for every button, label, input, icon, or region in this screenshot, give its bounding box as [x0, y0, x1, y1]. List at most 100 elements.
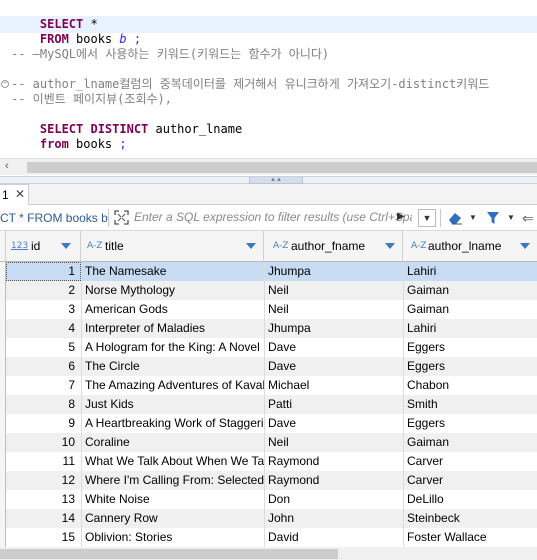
cell-id[interactable]: 15 [6, 528, 81, 547]
column-name: author_lname [428, 239, 502, 253]
cell-title[interactable]: The Circle [81, 357, 264, 376]
cell-author-fname[interactable]: Dave [264, 357, 403, 376]
column-header-author-lname[interactable]: A-Z author_lname [403, 231, 537, 262]
apply-filter-icon[interactable]: ▶ [397, 211, 405, 222]
result-tab[interactable]: 1 ✕ [0, 184, 29, 205]
cell-author-lname[interactable]: DeLillo [403, 490, 537, 509]
eraser-icon[interactable] [447, 211, 463, 225]
cell-title[interactable]: Oblivion: Stories [81, 528, 264, 547]
cell-title[interactable]: Cannery Row [81, 509, 264, 528]
chevron-down-icon[interactable]: ▼ [469, 213, 477, 222]
cell-title[interactable]: What We Talk About When We Talk About Lo… [81, 452, 264, 471]
cell-title[interactable]: White Noise [81, 490, 264, 509]
cell-author-lname[interactable]: Gaiman [403, 433, 537, 452]
cell-author-lname[interactable]: Lahiri [403, 262, 537, 281]
cell-id[interactable]: 3 [6, 300, 81, 319]
result-tab-bar: 1 ✕ [0, 184, 537, 205]
scrollbar-thumb[interactable] [27, 162, 537, 173]
sort-icon[interactable] [385, 243, 395, 249]
cell-title[interactable]: Interpreter of Maladies [81, 319, 264, 338]
table-alias: b [119, 32, 127, 46]
cell-author-fname[interactable]: David [264, 528, 403, 547]
cell-author-fname[interactable]: Neil [264, 433, 403, 452]
panel-splitter[interactable]: ▲▲ [0, 176, 537, 184]
cell-author-lname[interactable]: Chabon [403, 376, 537, 395]
column-header-id[interactable]: 123 id [6, 231, 81, 262]
code-comment-3[interactable]: -- 이벤트 페이지뷰(조회수), [11, 92, 172, 107]
cell-id[interactable]: 2 [6, 281, 81, 300]
column-header-title[interactable]: A-Z title [81, 231, 264, 262]
cell-id[interactable]: 10 [6, 433, 81, 452]
cell-author-fname[interactable]: John [264, 509, 403, 528]
cell-title[interactable]: A Hologram for the King: A Novel [81, 338, 264, 357]
scrollbar-thumb[interactable] [0, 549, 338, 559]
cell-author-lname[interactable]: Steinbeck [403, 509, 537, 528]
cell-author-lname[interactable]: Smith [403, 395, 537, 414]
cell-author-fname[interactable]: Raymond [264, 471, 403, 490]
grid-horizontal-scrollbar[interactable] [0, 547, 537, 560]
cell-author-lname[interactable]: Carver [403, 471, 537, 490]
query-text-label: CT * FROM books b [0, 211, 108, 225]
cell-author-fname[interactable]: Jhumpa [264, 262, 403, 281]
cell-title[interactable]: Where I'm Calling From: Selected Stories [81, 471, 264, 490]
sort-icon[interactable] [61, 243, 71, 249]
sort-icon[interactable] [520, 243, 530, 249]
results-grid[interactable]: 123 id A-Z title A-Z author_fname A-Z au… [0, 231, 537, 547]
cell-author-lname[interactable]: Gaiman [403, 300, 537, 319]
cell-author-lname[interactable]: Foster Wallace [403, 528, 537, 547]
cell-author-fname[interactable]: Jhumpa [264, 319, 403, 338]
code-comment-1[interactable]: -- —MySQL에서 사용하는 키워드(키워드는 함수가 아니다) [11, 47, 329, 62]
scroll-left-icon[interactable]: ‹ [5, 160, 9, 172]
cell-title[interactable]: Just Kids [81, 395, 264, 414]
expand-icon[interactable] [114, 210, 129, 225]
cell-author-fname[interactable]: Dave [264, 338, 403, 357]
code-line-1[interactable]: SELECT * [11, 2, 98, 31]
cell-id[interactable]: 11 [6, 452, 81, 471]
cell-author-fname[interactable]: Patti [264, 395, 403, 414]
close-icon[interactable]: ✕ [15, 187, 25, 201]
cell-title[interactable]: The Amazing Adventures of Kavalier & Cla… [81, 376, 264, 395]
chevron-down-icon[interactable]: ▼ [507, 213, 515, 222]
cell-author-lname[interactable]: Eggers [403, 338, 537, 357]
arrow-left-icon[interactable]: ⇐ [522, 210, 534, 227]
cell-id[interactable]: 12 [6, 471, 81, 490]
code-line-7[interactable]: from books ; [11, 122, 127, 151]
cell-id[interactable]: 5 [6, 338, 81, 357]
code-line-6[interactable]: SELECT DISTINCT author_lname [11, 107, 242, 136]
code-line-2[interactable]: FROM books b ; [11, 17, 141, 46]
editor-horizontal-scrollbar[interactable]: ‹ [0, 158, 537, 175]
filter-expression-input[interactable]: Enter a SQL expression to filter results… [134, 209, 412, 227]
filter-history-dropdown[interactable]: ▼ [418, 209, 436, 227]
sql-editor[interactable]: SELECT * FROM books b ; -- —MySQL에서 사용하는… [0, 0, 537, 176]
cell-author-fname[interactable]: Don [264, 490, 403, 509]
column-header-author-fname[interactable]: A-Z author_fname [264, 231, 403, 262]
cell-author-lname[interactable]: Eggers [403, 414, 537, 433]
cell-title[interactable]: A Heartbreaking Work of Staggering Geniu… [81, 414, 264, 433]
filter-funnel-icon[interactable] [486, 211, 500, 225]
cell-title[interactable]: Norse Mythology [81, 281, 264, 300]
cell-author-lname[interactable]: Eggers [403, 357, 537, 376]
cell-id[interactable]: 9 [6, 414, 81, 433]
cell-author-lname[interactable]: Carver [403, 452, 537, 471]
splitter-collapse-icon[interactable]: ▲▲ [249, 177, 303, 184]
cell-id[interactable]: 4 [6, 319, 81, 338]
code-comment-2[interactable]: -- author_lname컬럼의 중복데이터를 제거해서 유니크하게 가져오… [11, 77, 489, 92]
cell-id[interactable]: 7 [6, 376, 81, 395]
cell-id[interactable]: 13 [6, 490, 81, 509]
fold-collapse-icon[interactable]: − [1, 80, 9, 88]
cell-author-fname[interactable]: Dave [264, 414, 403, 433]
cell-id[interactable]: 6 [6, 357, 81, 376]
sort-icon[interactable] [246, 243, 256, 249]
column-divider [264, 262, 265, 547]
cell-author-fname[interactable]: Neil [264, 300, 403, 319]
cell-author-lname[interactable]: Gaiman [403, 281, 537, 300]
cell-author-lname[interactable]: Lahiri [403, 319, 537, 338]
cell-title[interactable]: Coraline [81, 433, 264, 452]
cell-author-fname[interactable]: Raymond [264, 452, 403, 471]
cell-title[interactable]: The Namesake [81, 262, 264, 281]
cell-author-fname[interactable]: Neil [264, 281, 403, 300]
cell-id[interactable]: 14 [6, 509, 81, 528]
cell-id[interactable]: 8 [6, 395, 81, 414]
cell-title[interactable]: American Gods [81, 300, 264, 319]
cell-author-fname[interactable]: Michael [264, 376, 403, 395]
